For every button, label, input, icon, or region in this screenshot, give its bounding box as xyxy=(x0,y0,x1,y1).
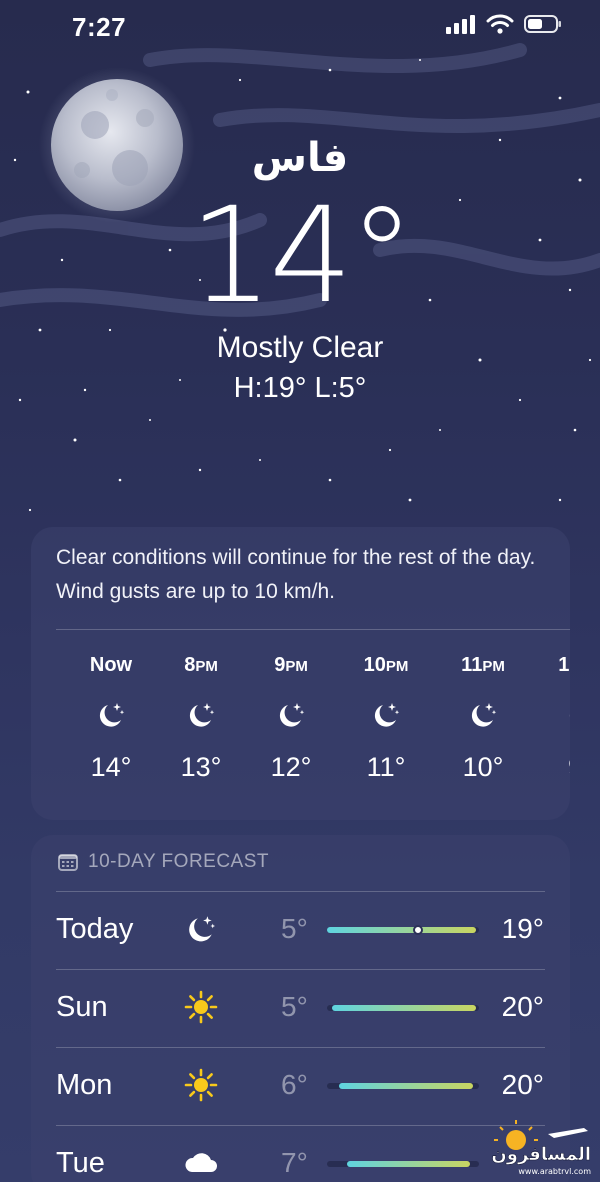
moon-stars-icon xyxy=(189,703,215,727)
divider xyxy=(56,1047,545,1048)
forecast-header-label: 10-DAY FORECAST xyxy=(88,851,270,872)
hour-label: 12AM xyxy=(558,654,570,676)
weather-summary: Clear conditions will continue for the r… xyxy=(56,546,536,603)
hourly-item: 12AM 9° xyxy=(541,651,570,787)
hourly-item: Now 14° xyxy=(71,651,151,787)
hour-temperature: 14° xyxy=(90,752,132,782)
forecast-day: Mon xyxy=(56,1069,113,1101)
temperature-range-bar xyxy=(327,1083,479,1089)
hour-temperature: 9° xyxy=(541,747,570,787)
cellular-signal-icon xyxy=(446,15,475,34)
moon-stars-icon xyxy=(189,916,216,942)
moon-stars-icon xyxy=(279,703,305,727)
hour-temperature: 10° xyxy=(462,752,504,782)
current-temp-marker xyxy=(413,925,424,935)
sun-icon xyxy=(184,1068,218,1102)
hour-label: Now xyxy=(89,654,133,676)
cloud-icon xyxy=(185,1153,217,1172)
current-temperature: 14° xyxy=(189,179,415,333)
svg-text:المسافرون: المسافرون xyxy=(491,1144,591,1165)
moon-stars-icon xyxy=(471,703,497,727)
moon-stars-icon xyxy=(569,714,570,717)
sun-icon xyxy=(184,990,218,1024)
hourly-item: 10PM 11° xyxy=(346,651,426,787)
current-weather: فاس 14° Mostly Clear H:19° L:5° xyxy=(0,130,600,408)
forecast-high: 20° xyxy=(501,991,544,1022)
hour-temperature: 11° xyxy=(366,752,406,782)
hourly-scroll[interactable]: Now 14° 8PM 13° 9PM 12° 10PM 11° 11PM 10… xyxy=(31,651,570,801)
forecast-row[interactable]: Today 5° 19° xyxy=(31,891,570,969)
divider xyxy=(56,969,545,970)
temperature-range-bar xyxy=(327,1161,479,1167)
hourly-item: 11PM 10° xyxy=(443,651,523,787)
forecast-high: 19° xyxy=(501,913,544,944)
forecast-high: 20° xyxy=(501,1069,544,1100)
hour-label: 11PM xyxy=(461,654,505,676)
city-name: فاس xyxy=(251,135,349,181)
wifi-icon xyxy=(486,14,514,34)
hourly-item: 9PM 12° xyxy=(251,651,331,787)
forecast-day: Tue xyxy=(56,1147,105,1179)
forecast-low: 6° xyxy=(281,1069,308,1100)
site-watermark-logo: المسافرون www.arabtrvl.com xyxy=(491,1120,591,1176)
temperature-range-fill xyxy=(327,927,476,933)
status-icons xyxy=(446,14,562,34)
battery-icon xyxy=(524,15,561,33)
divider xyxy=(56,629,570,630)
moon-stars-icon xyxy=(99,703,125,727)
hour-label: 8PM xyxy=(184,654,218,676)
temperature-range-fill xyxy=(339,1083,473,1089)
hour-label: 9PM xyxy=(274,654,308,676)
forecast-low: 7° xyxy=(281,1147,308,1178)
svg-text:www.arabtrvl.com: www.arabtrvl.com xyxy=(518,1167,591,1176)
status-time: 7:27 xyxy=(72,12,127,42)
forecast-row[interactable]: Mon 6° 20° xyxy=(31,1047,570,1125)
temperature-range-bar xyxy=(327,1005,479,1011)
forecast-day: Today xyxy=(56,913,134,945)
status-bar: 7:27 xyxy=(0,0,600,56)
hour-label: 10PM xyxy=(363,654,409,676)
hourly-forecast-card[interactable]: Clear conditions will continue for the r… xyxy=(31,527,570,820)
forecast-row[interactable]: Sun 5° 20° xyxy=(31,969,570,1047)
temperature-range-fill xyxy=(331,1005,476,1011)
temperature-range-bar xyxy=(327,925,479,935)
hour-temperature: 13° xyxy=(180,752,222,782)
forecast-header: 10-DAY FORECAST xyxy=(58,851,269,873)
condition-text: Mostly Clear xyxy=(216,331,384,364)
hour-temperature: 12° xyxy=(270,752,312,782)
moon-stars-icon xyxy=(374,703,400,727)
temperature-range-fill xyxy=(346,1161,470,1167)
hourly-item: 8PM 13° xyxy=(161,651,241,787)
divider xyxy=(56,891,545,892)
divider xyxy=(56,1125,545,1126)
calendar-icon xyxy=(58,854,78,871)
forecast-low: 5° xyxy=(281,991,308,1022)
high-low-text: H:19° L:5° xyxy=(233,372,367,404)
forecast-low: 5° xyxy=(281,913,308,944)
forecast-day: Sun xyxy=(56,991,108,1023)
